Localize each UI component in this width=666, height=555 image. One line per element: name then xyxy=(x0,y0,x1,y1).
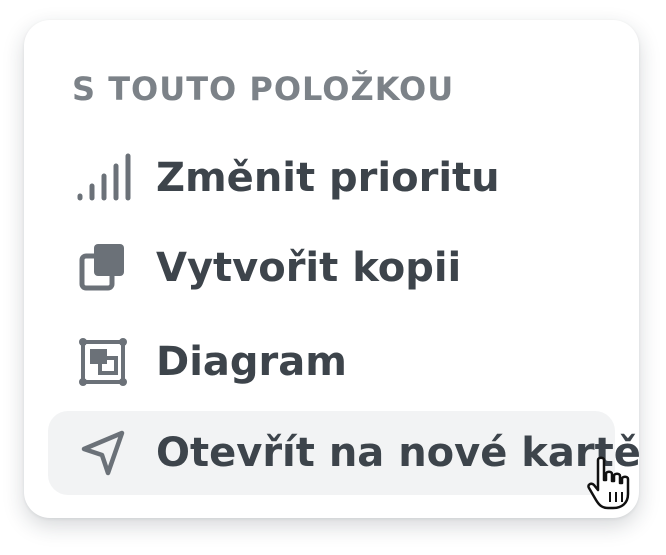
menu-item-label: Změnit prioritu xyxy=(156,155,500,201)
hand-pointer-cursor-icon xyxy=(587,456,630,510)
menu-item-label: Diagram xyxy=(156,339,347,385)
diagram-icon xyxy=(79,338,127,386)
signal-bars-icon xyxy=(77,153,131,201)
menu-item-label: Vytvořit kopii xyxy=(156,245,462,291)
menu-item-diagram[interactable]: Diagram xyxy=(48,320,615,404)
menu-item-open-in-new-tab[interactable]: Otevřít na nové kartě xyxy=(48,411,641,495)
navigation-arrow-icon xyxy=(81,430,125,476)
copy-icon xyxy=(79,244,124,291)
menu-item-label: Otevřít na nové kartě xyxy=(156,430,641,476)
menu-item-change-priority[interactable]: Změnit prioritu xyxy=(48,136,615,220)
context-menu: S TOUTO POLOŽKOU Změnit prioritu Vytvoři… xyxy=(24,20,641,518)
menu-section-heading: S TOUTO POLOŽKOU xyxy=(72,70,455,108)
menu-item-duplicate[interactable]: Vytvořit kopii xyxy=(48,226,615,310)
